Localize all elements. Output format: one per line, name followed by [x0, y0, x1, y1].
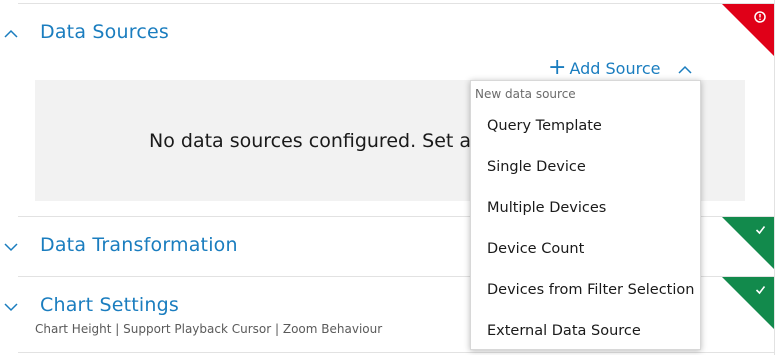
dropdown-chevron-up-icon[interactable] [678, 62, 692, 76]
empty-state-message: No data sources configured. Set a [149, 130, 472, 152]
right-border [774, 0, 775, 355]
add-source-label: Add Source [569, 58, 661, 78]
add-source-button[interactable]: + Add Source [548, 55, 661, 80]
menu-header: New data source [475, 87, 576, 101]
section-title-data-sources[interactable]: Data Sources [40, 21, 169, 43]
menu-item-external-data-source[interactable]: External Data Source [487, 323, 641, 339]
menu-item-device-count[interactable]: Device Count [487, 241, 584, 257]
section-divider [18, 352, 774, 353]
check-icon [755, 224, 766, 238]
menu-item-query-template[interactable]: Query Template [487, 118, 602, 134]
status-corner-ok [722, 277, 774, 329]
check-icon [755, 284, 766, 298]
collapse-chevron-up-icon[interactable] [4, 27, 18, 41]
section-title-data-transformation[interactable]: Data Transformation [40, 234, 238, 256]
menu-item-single-device[interactable]: Single Device [487, 159, 586, 175]
menu-item-devices-from-filter-selection[interactable]: Devices from Filter Selection [487, 282, 694, 298]
menu-item-multiple-devices[interactable]: Multiple Devices [487, 200, 606, 216]
plus-icon: + [548, 55, 567, 80]
status-corner-error [722, 4, 774, 56]
status-corner-ok [722, 217, 774, 269]
section-title-chart-settings[interactable]: Chart Settings [40, 294, 179, 316]
new-data-source-menu: New data source Query Template Single De… [470, 80, 701, 350]
expand-chevron-down-icon[interactable] [4, 240, 18, 254]
section-subtitle-chart-settings: Chart Height | Support Playback Cursor |… [35, 322, 383, 336]
expand-chevron-down-icon[interactable] [4, 300, 18, 314]
error-icon [754, 11, 766, 26]
top-divider [18, 3, 774, 4]
